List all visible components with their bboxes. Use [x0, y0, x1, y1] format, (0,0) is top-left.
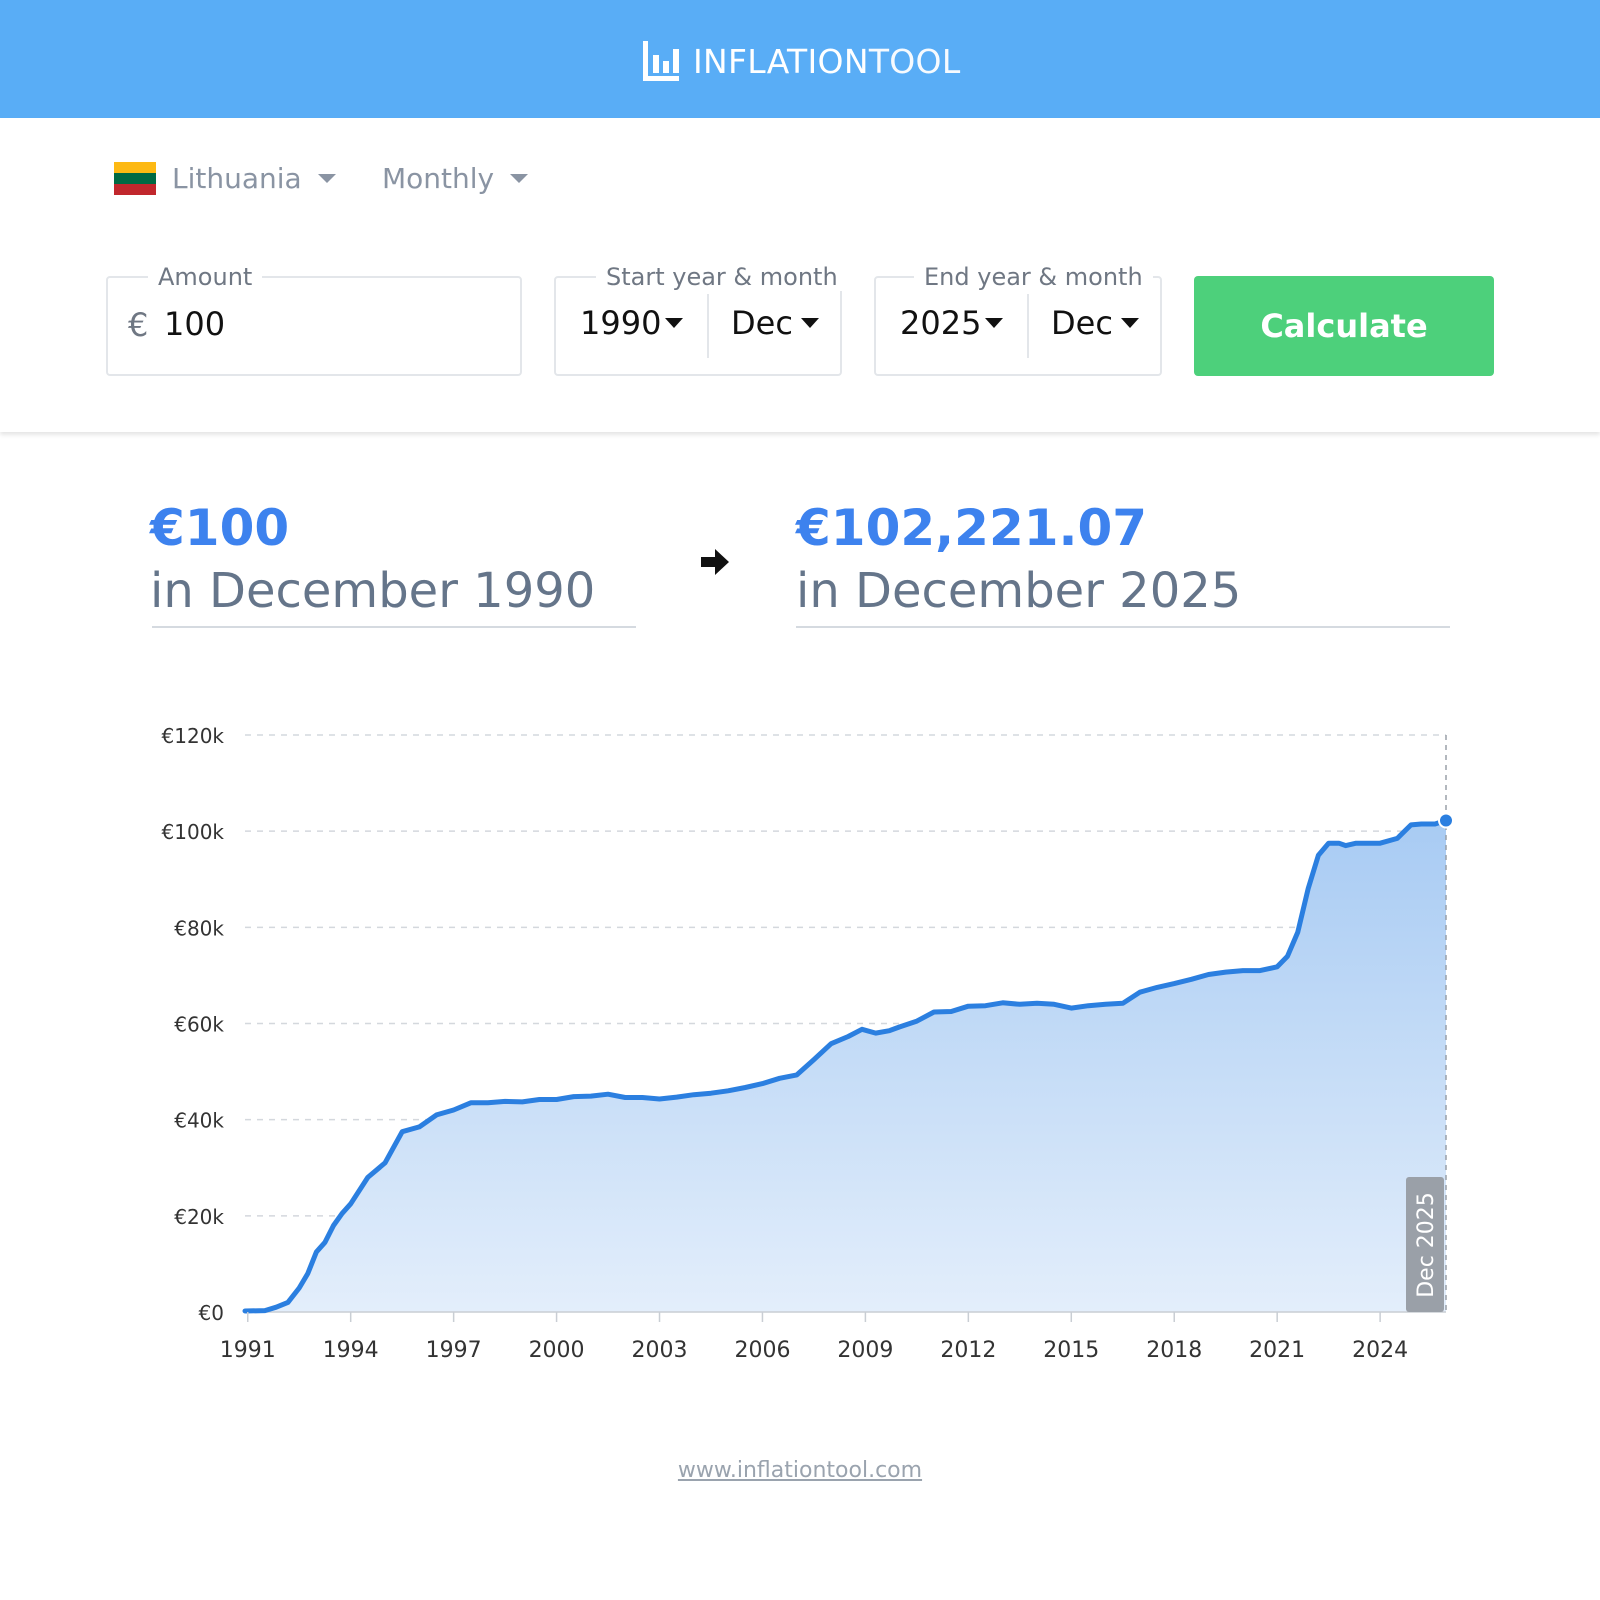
- caret-down-icon: [800, 318, 819, 328]
- divider: [707, 294, 709, 358]
- x-tick-label: 2012: [940, 1338, 996, 1363]
- x-tick-label: 2000: [529, 1338, 585, 1363]
- amount-label: Amount: [148, 263, 263, 291]
- x-tick-label: 2021: [1249, 1338, 1305, 1363]
- x-tick-label: 1994: [323, 1338, 379, 1363]
- flag-stripe-green: [114, 173, 156, 184]
- to-date: in December 2025: [796, 563, 1242, 619]
- y-tick-label: €100k: [162, 820, 225, 844]
- frequency-label: Monthly: [382, 162, 495, 195]
- y-tick-label: €20k: [174, 1205, 224, 1229]
- x-tick-label: 2024: [1352, 1338, 1408, 1363]
- start-year-value: 1990: [580, 304, 662, 342]
- calculator-panel: Lithuania Monthly Amount € Start year & …: [0, 118, 1600, 432]
- caret-down-icon: [985, 318, 1004, 328]
- bar-chart-icon: [643, 41, 679, 81]
- lithuania-flag-icon: [114, 162, 156, 195]
- y-tick-label: €120k: [162, 724, 225, 748]
- start-date-label: Start year & month: [596, 263, 848, 291]
- result-from: €100 in December 1990: [150, 500, 595, 620]
- end-month-select[interactable]: Dec: [1051, 304, 1139, 342]
- y-tick-label: €80k: [174, 916, 224, 940]
- x-tick-label: 2015: [1043, 1338, 1099, 1363]
- divider: [1027, 294, 1029, 358]
- result-underline: [796, 626, 1450, 628]
- logo-text-bold: INFLATION: [693, 41, 869, 81]
- caret-down-icon: [665, 318, 684, 328]
- calculate-button[interactable]: Calculate: [1194, 276, 1494, 376]
- logo-text-light: TOOL: [868, 41, 961, 81]
- app-header: INFLATIONTOOL: [0, 0, 1600, 118]
- logo-text: INFLATIONTOOL: [693, 42, 961, 81]
- amount-field: Amount €: [106, 263, 522, 376]
- y-tick-label: €0: [199, 1301, 224, 1325]
- start-month-select[interactable]: Dec: [731, 304, 819, 342]
- start-month-value: Dec: [731, 304, 793, 342]
- chevron-down-icon: [510, 174, 529, 183]
- to-amount: €102,221.07: [796, 499, 1148, 557]
- x-tick-label: 2003: [632, 1338, 688, 1363]
- country-dropdown[interactable]: Lithuania: [114, 162, 336, 195]
- flag-stripe-red: [114, 184, 156, 195]
- start-date-field: Start year & month 1990 Dec: [554, 263, 848, 376]
- end-point: [1438, 812, 1454, 829]
- y-tick-label: €40k: [174, 1109, 224, 1133]
- chevron-down-icon: [317, 174, 336, 183]
- end-date-field: End year & month 2025 Dec: [874, 263, 1162, 376]
- caret-down-icon: [1120, 318, 1139, 328]
- flag-stripe-yellow: [114, 162, 156, 173]
- amount-input[interactable]: [164, 302, 484, 346]
- area-fill: [245, 820, 1446, 1312]
- end-year-select[interactable]: 2025: [900, 304, 1004, 342]
- result-to: €102,221.07 in December 2025: [796, 500, 1241, 620]
- footer-link[interactable]: www.inflationtool.com: [0, 1458, 1600, 1483]
- from-amount: €100: [150, 499, 290, 557]
- inflation-chart: €0 €20k €40k €60k €80k €100k €120k 1991 1994 1997…: [162, 724, 1454, 1363]
- frequency-dropdown[interactable]: Monthly: [382, 162, 529, 195]
- x-tick-label: 2009: [837, 1338, 893, 1363]
- marker-label: Dec 2025: [1414, 1192, 1439, 1298]
- x-tick-label: 1991: [220, 1338, 276, 1363]
- x-tick-label: 1997: [426, 1338, 482, 1363]
- logo[interactable]: INFLATIONTOOL: [643, 41, 961, 81]
- end-year-value: 2025: [900, 304, 982, 342]
- x-tick-label: 2018: [1146, 1338, 1202, 1363]
- result-underline: [152, 626, 636, 628]
- from-date: in December 1990: [150, 563, 596, 619]
- end-date-label: End year & month: [914, 263, 1153, 291]
- y-tick-label: €60k: [174, 1013, 224, 1037]
- arrow-right-icon: [701, 549, 729, 575]
- start-year-select[interactable]: 1990: [580, 304, 684, 342]
- currency-symbol: €: [128, 306, 149, 344]
- x-tick-label: 2006: [734, 1338, 790, 1363]
- end-month-value: Dec: [1051, 304, 1113, 342]
- country-label: Lithuania: [172, 162, 302, 195]
